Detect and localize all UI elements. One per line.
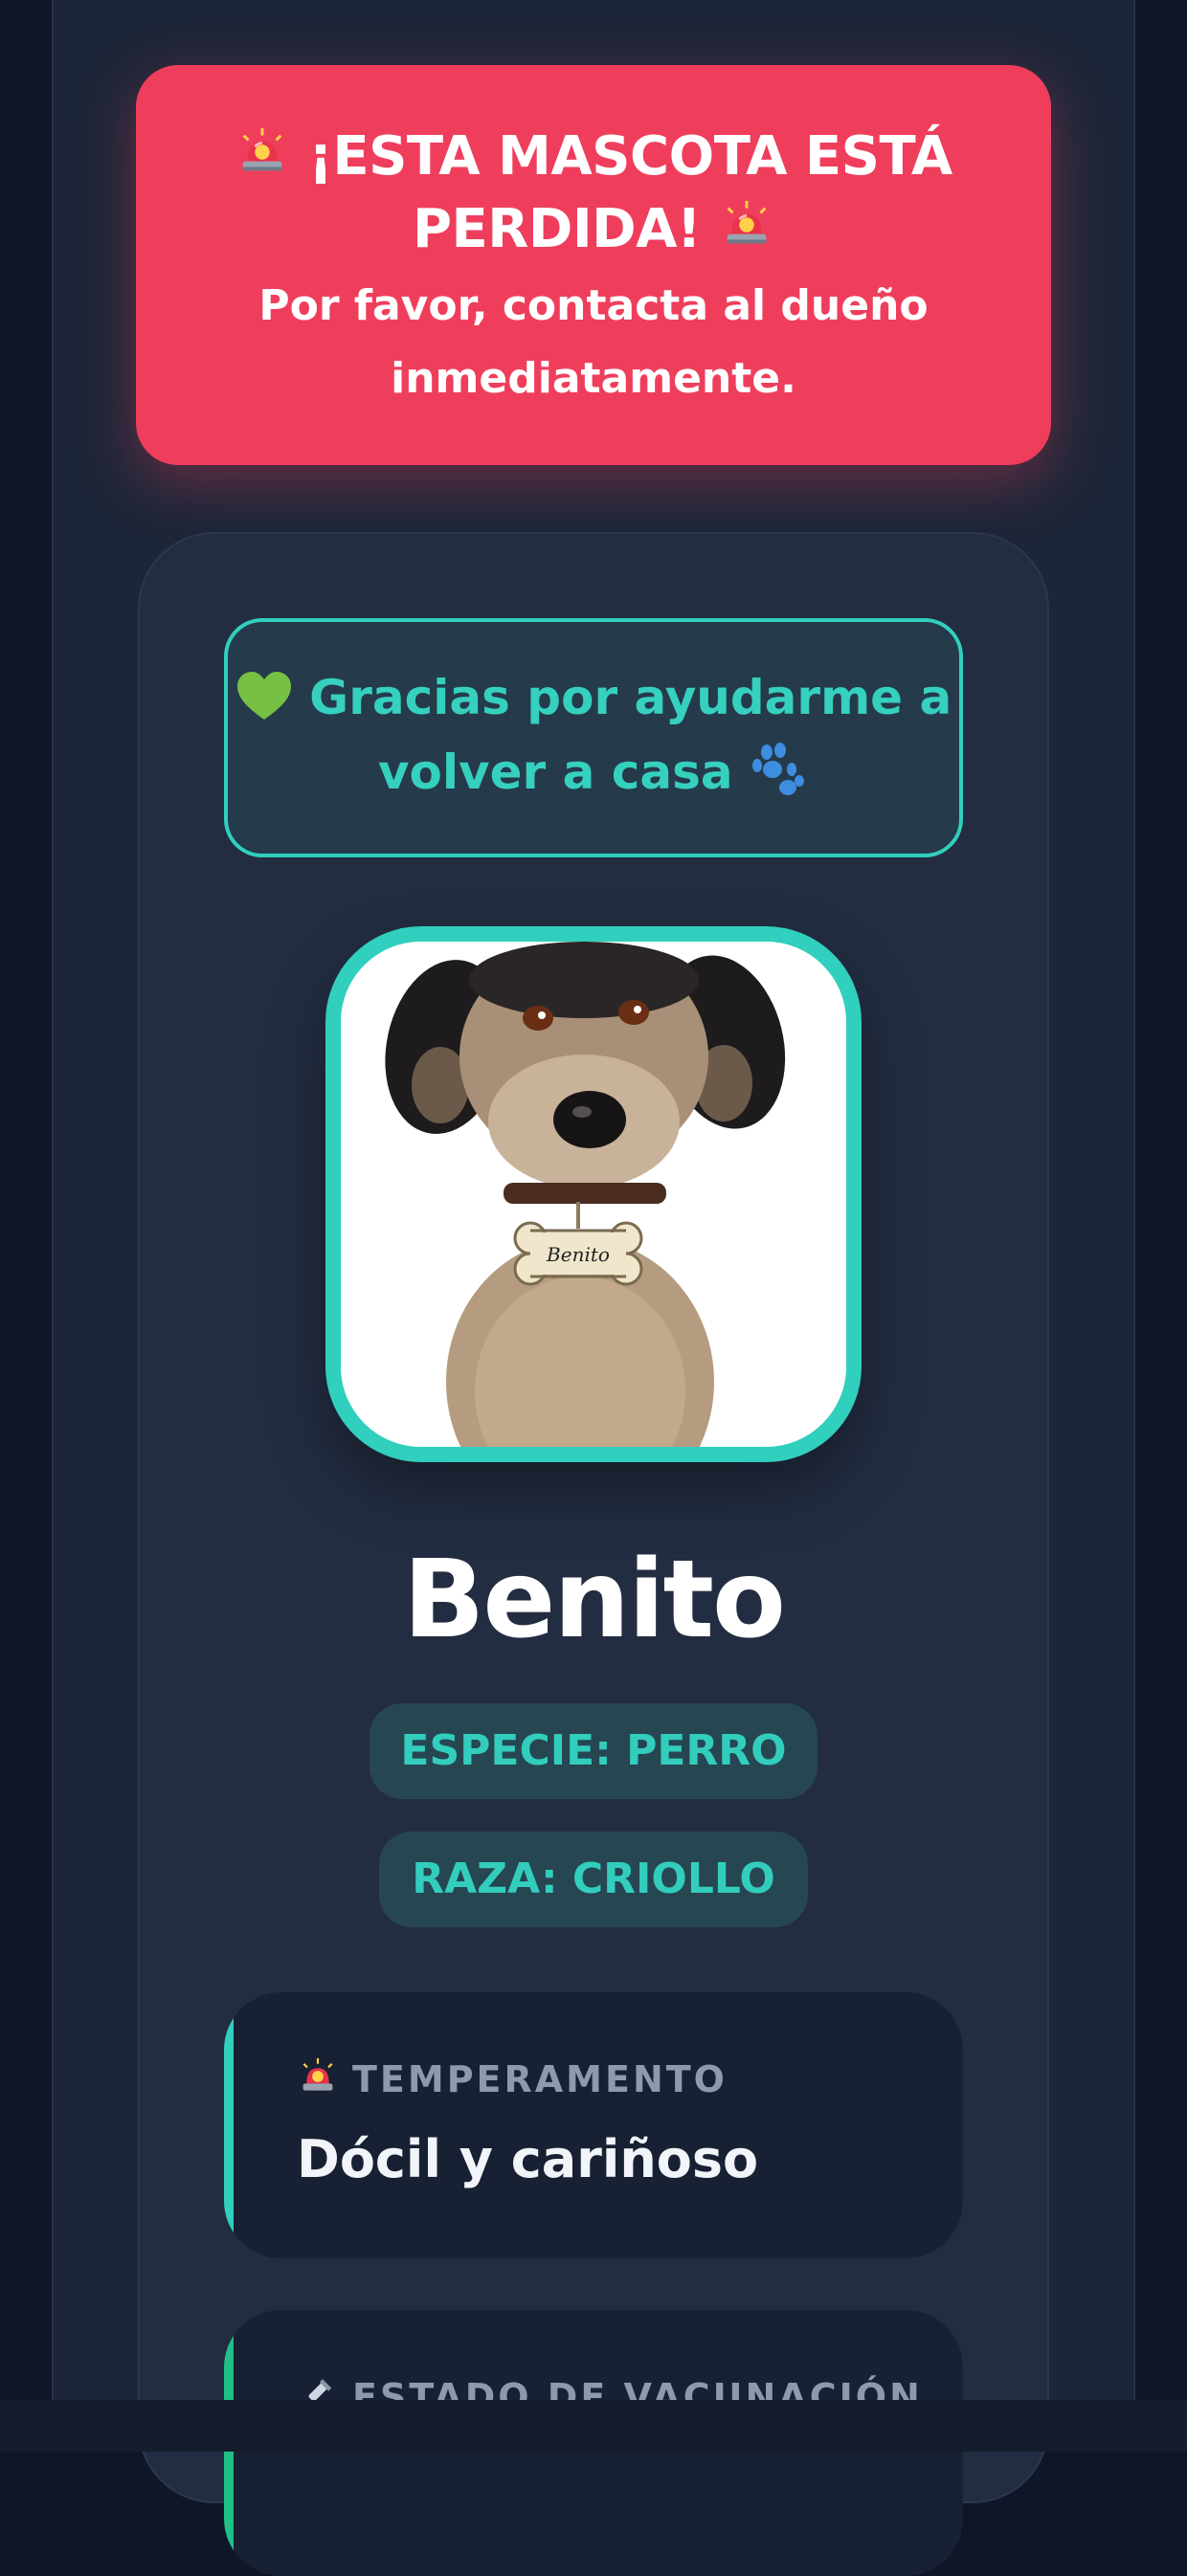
info-card-value: Dócil y cariñoso <box>297 2129 759 2189</box>
bottom-bar <box>0 2400 1187 2452</box>
info-card-temperament: TEMPERAMENTO Dócil y cariñoso <box>224 1992 963 2258</box>
pet-photo: Benito <box>325 926 862 1462</box>
thanks-text: Gracias por ayudarme a volver a casa <box>309 670 952 800</box>
thanks-message: Gracias por ayudarme a volver a casa <box>224 618 963 857</box>
info-card-label: TEMPERAMENTO <box>297 2055 728 2102</box>
siren-icon <box>727 200 767 244</box>
paw-icon <box>752 743 805 795</box>
alert-subtitle: Por favor, contacta al dueño inmediatame… <box>258 281 929 403</box>
pet-name: Benito <box>403 1538 786 1662</box>
alert-title: ¡ESTA MASCOTA ESTÁ PERDIDA! <box>201 121 986 266</box>
green-heart-icon <box>236 672 291 720</box>
siren-icon <box>242 127 282 171</box>
tag-text: Benito <box>546 1243 610 1266</box>
lost-pet-alert: ¡ESTA MASCOTA ESTÁ PERDIDA! Por favor, c… <box>136 65 1051 465</box>
dog-illustration: Benito <box>341 942 846 1447</box>
card-accent <box>224 1992 234 2258</box>
breed-pill: RAZA: CRIOLLO <box>379 1832 808 1927</box>
siren-icon <box>302 2057 333 2091</box>
species-pill: ESPECIE: PERRO <box>370 1703 817 1799</box>
alert-title-text: ¡ESTA MASCOTA ESTÁ PERDIDA! <box>308 125 952 260</box>
